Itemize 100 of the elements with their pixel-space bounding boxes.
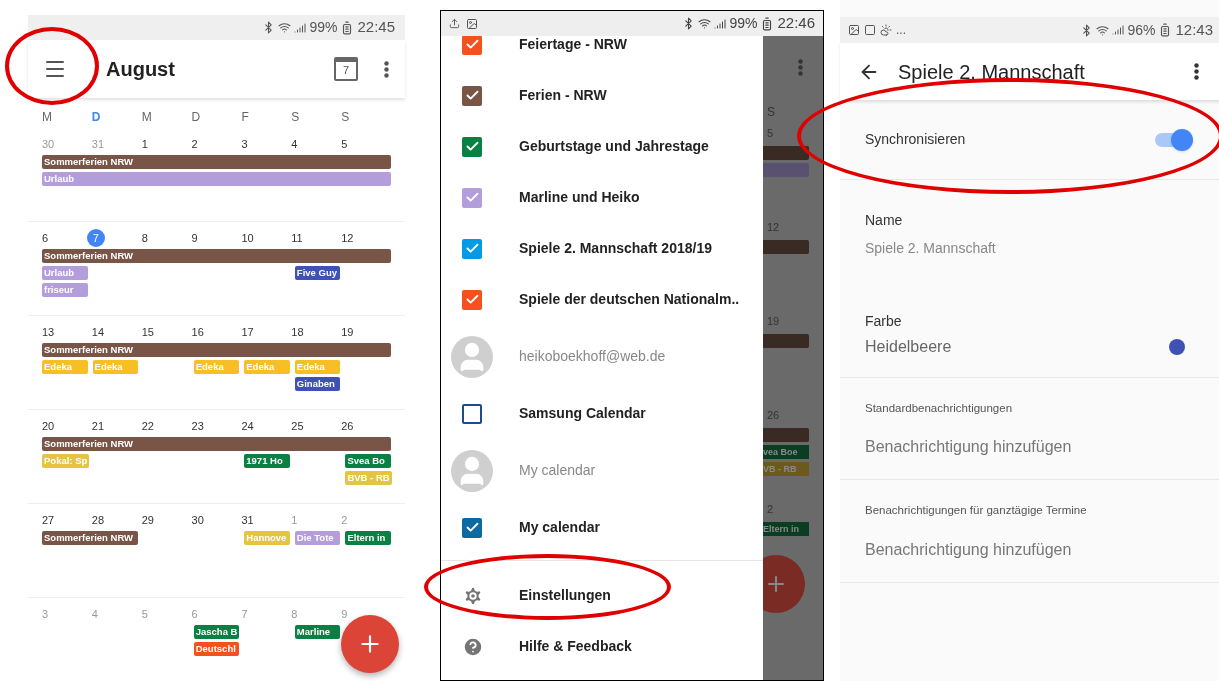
day-number: 11	[291, 231, 303, 246]
signal-icon	[1112, 24, 1125, 36]
add-notification-link[interactable]: Benachrichtigung hinzufügen	[865, 537, 1196, 562]
status-time: 22:46	[777, 13, 815, 34]
day-number: 3	[42, 607, 49, 622]
drawer-item[interactable]: Spiele der deutschen Nationalm..	[519, 289, 740, 310]
event-chip[interactable]: Sommerferien NRW	[42, 437, 391, 451]
drawer-item[interactable]: Marline und Heiko	[519, 187, 640, 208]
day-number: 25	[291, 419, 304, 434]
checkbox[interactable]	[462, 517, 482, 538]
day-number: 31	[241, 513, 254, 528]
day-number: 20	[42, 419, 55, 434]
drawer-item[interactable]: Einstellungen	[519, 585, 611, 606]
event-chip[interactable]: Svea Bo	[345, 454, 391, 468]
weekday-label: M	[141, 109, 153, 126]
check-icon	[464, 139, 480, 154]
day-number: 4	[291, 137, 298, 152]
weekday-label: S	[291, 109, 301, 126]
wifi-icon	[698, 17, 712, 30]
checkbox[interactable]	[462, 34, 482, 55]
calendar-name-value[interactable]: Spiele 2. Mannschaft	[865, 238, 1196, 259]
wifi-icon	[278, 21, 292, 34]
day-number: 8	[141, 231, 148, 246]
add-notification-link[interactable]: Benachrichtigung hinzufügen	[865, 435, 1196, 460]
section-label: Benachrichtigungen für ganztägige Termine	[865, 503, 1088, 519]
event-chip[interactable]: Sommerferien NRW	[42, 531, 139, 545]
upload-icon	[449, 18, 460, 29]
day-number: 6	[42, 231, 49, 246]
weekday-label: D	[91, 109, 102, 126]
section-label: Standardbenachrichtigungen	[865, 401, 1014, 416]
event-chip[interactable]: Five Guy	[294, 266, 341, 280]
event-chip[interactable]: Jascha B	[193, 625, 240, 639]
checkbox[interactable]	[462, 136, 482, 157]
check-icon	[464, 292, 480, 307]
more-icon	[384, 60, 389, 78]
event-chip[interactable]: Deutschl	[193, 642, 240, 656]
drawer-item[interactable]: Geburtstage und Jahrestage	[519, 136, 709, 157]
day-number: 8	[291, 607, 298, 622]
help-icon	[462, 635, 484, 658]
event-chip: vea Boe	[763, 445, 809, 459]
add-button[interactable]	[763, 555, 805, 613]
drawer-item[interactable]: Samsung Calendar	[519, 403, 646, 424]
day-number: 9	[191, 231, 198, 246]
drawer-item[interactable]: My calendar	[519, 517, 600, 538]
day-number: 31	[91, 137, 105, 152]
status-time: 22:45	[357, 17, 395, 38]
day-number: 29	[141, 513, 154, 528]
day-number: 2	[191, 137, 198, 152]
checkbox[interactable]	[462, 238, 482, 259]
day-number: 30	[42, 137, 55, 152]
day-number: 27	[42, 513, 55, 528]
event-chip[interactable]: Sommerferien NRW	[42, 249, 391, 263]
checkbox[interactable]	[462, 289, 482, 310]
day-number: 7	[241, 607, 248, 622]
today-button[interactable]: 7	[334, 57, 358, 81]
battery-percent: 99%	[309, 18, 338, 37]
weekday-label: F	[241, 109, 250, 126]
checkbox[interactable]	[462, 403, 482, 424]
event-chip[interactable]: Sommerferien NRW	[42, 343, 391, 357]
day-number: 6	[191, 607, 198, 622]
day-number: 13	[42, 325, 55, 340]
drawer-item[interactable]: My calendar	[519, 460, 596, 481]
setting-label: Farbe	[865, 312, 903, 331]
checkbox[interactable]	[462, 85, 482, 106]
event-chip[interactable]: Sommerferien NRW	[42, 155, 391, 169]
day-number: 23	[191, 419, 204, 434]
image-icon	[848, 24, 860, 36]
drawer-item[interactable]: Spiele 2. Mannschaft 2018/19	[519, 238, 712, 259]
battery-percent: 96%	[1127, 20, 1156, 40]
day-number: 7	[86, 229, 105, 248]
avatar-silhouette-icon	[451, 335, 493, 378]
event-chip[interactable]: Eltern in	[345, 531, 391, 545]
day-number: 9	[341, 607, 348, 622]
drawer-item[interactable]: Hilfe & Feedback	[519, 636, 632, 657]
day-number: 24	[241, 419, 254, 434]
event-chip[interactable]: Marline	[294, 625, 341, 639]
day-number: 26	[341, 419, 354, 434]
checkbox[interactable]	[462, 187, 482, 208]
more-icon	[1194, 63, 1199, 80]
day-number: 22	[141, 419, 154, 434]
drawer-item[interactable]: Ferien - NRW	[519, 85, 607, 106]
setting-label: Synchronisieren	[865, 130, 966, 149]
event-chip: Eltern in	[763, 522, 809, 536]
check-icon	[464, 520, 480, 535]
drawer-item[interactable]: heikoboekhoff@web.de	[519, 346, 666, 367]
day-number: 12	[341, 231, 354, 246]
day-number: 10	[241, 231, 254, 246]
drawer-item[interactable]: Feiertage - NRW	[519, 34, 627, 55]
weekday-label: D	[191, 109, 202, 126]
day-number: 21	[91, 419, 105, 434]
day-number: 5	[141, 607, 148, 622]
day-number: 4	[91, 607, 98, 622]
event-chip[interactable]: 1971 Ho	[244, 454, 290, 468]
wifi-icon	[1096, 23, 1110, 37]
weekday-label: M	[42, 109, 53, 126]
day-number: 1	[141, 137, 148, 152]
check-icon	[464, 37, 480, 52]
event-chip[interactable]: Ginaben	[294, 377, 341, 391]
event-chip: VB - RB	[763, 462, 809, 476]
color-value[interactable]: Heidelbeere	[865, 335, 952, 359]
